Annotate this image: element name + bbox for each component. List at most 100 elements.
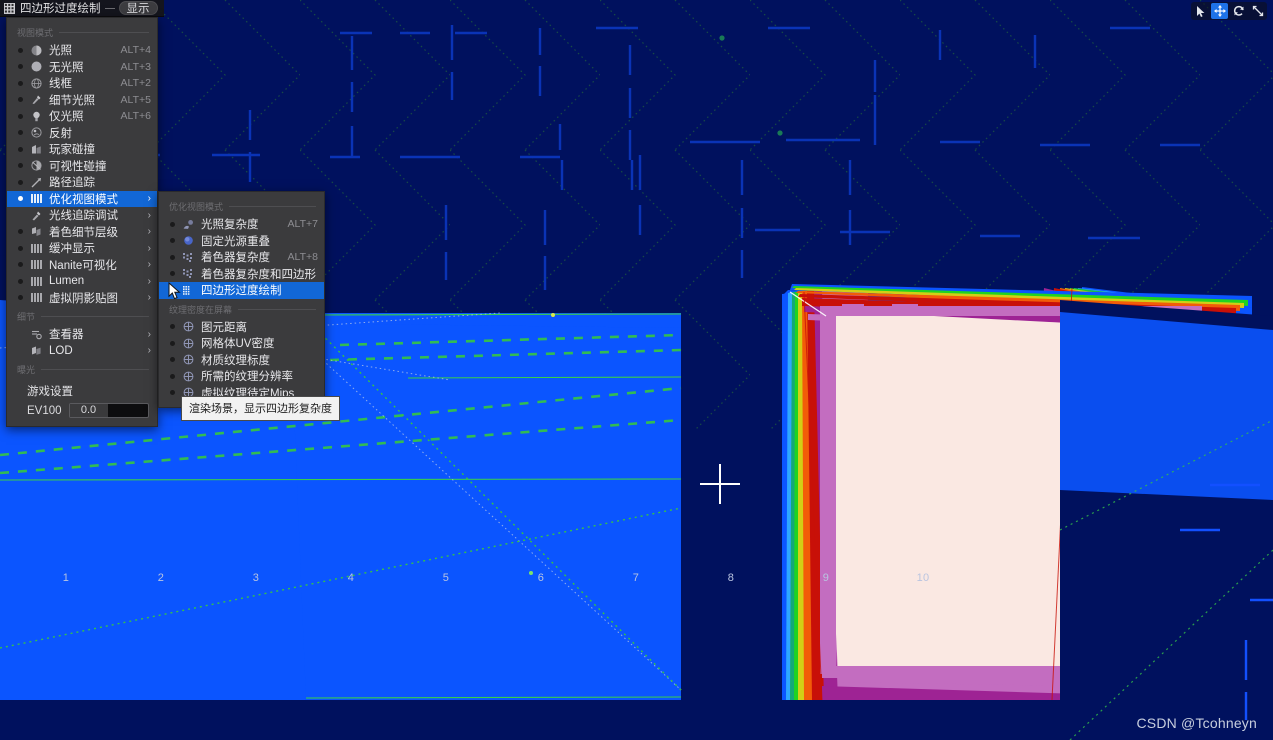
submenu-item-shortcut: ALT+7: [287, 218, 318, 231]
radio-indicator: [15, 113, 25, 119]
section-label: 曝光: [17, 365, 36, 375]
section-divider: [41, 316, 149, 317]
submenu-item-label: 材质纹理标度: [201, 354, 270, 367]
radio-indicator: [15, 64, 25, 70]
visibility-collision-icon: [28, 160, 45, 171]
menu-item-path-tracing[interactable]: 路径追踪: [7, 174, 157, 191]
tooltip: 渲染场景，显示四边形复杂度: [181, 396, 340, 421]
section-optimization-viewmodes: 优化视图模式: [159, 196, 324, 216]
radio-indicator: [167, 324, 177, 330]
menu-item-lighting-only[interactable]: 仅光照 ALT+6: [7, 108, 157, 125]
ev100-field[interactable]: 0.0: [68, 403, 149, 418]
submenu-item-shader-complexity[interactable]: 着色器复杂度 ALT+8: [159, 249, 324, 266]
submenu-item-shader-complexity-and-quads[interactable]: 着色器复杂度和四边形: [159, 266, 324, 283]
menu-item-ray-tracing-debug[interactable]: 光线追踪调试 ›: [7, 207, 157, 224]
view-modes-menu[interactable]: 视图模式 光照 ALT+4 无光照 ALT+3 线框 ALT+2 细节光照 AL…: [6, 17, 158, 427]
menu-item-lod[interactable]: LOD ›: [7, 343, 157, 360]
chevron-right-icon: ›: [147, 292, 151, 304]
radio-indicator: [15, 130, 25, 136]
radio-indicator: [15, 47, 25, 53]
submenu-item-label: 着色器复杂度: [201, 252, 270, 265]
radio-indicator: [167, 340, 177, 346]
radio-indicator: [15, 332, 25, 337]
move-tool-button[interactable]: [1211, 3, 1228, 19]
section-exposure: 曝光: [7, 359, 157, 379]
radio-indicator: [167, 271, 177, 277]
menu-item-label: 仅光照: [49, 111, 84, 124]
menu-item-label: 无光照: [49, 61, 84, 74]
game-settings-title: 游戏设置: [27, 386, 73, 398]
ev100-label: EV100: [27, 404, 62, 417]
ray-tracing-debug-icon: [28, 210, 45, 221]
menu-item-shortcut: ALT+6: [120, 110, 151, 123]
menu-item-shortcut: ALT+2: [120, 77, 151, 90]
menu-item-shortcut: ALT+3: [120, 60, 151, 73]
submenu-item-label: 网格体UV密度: [201, 338, 275, 351]
menu-item-label: Lumen: [49, 275, 85, 288]
submenu-item-light-complexity[interactable]: 光照复杂度 ALT+7: [159, 216, 324, 233]
submenu-item-primitive-distance[interactable]: 图元距离: [159, 319, 324, 336]
quad-overdraw-icon: [180, 285, 197, 296]
radio-indicator: [15, 80, 25, 86]
submenu-item-quad-overdraw[interactable]: 四边形过度绘制: [159, 282, 324, 299]
show-button[interactable]: 显示: [118, 1, 158, 15]
menu-item-label: 优化视图模式: [49, 193, 118, 206]
menu-item-wireframe[interactable]: 线框 ALT+2: [7, 75, 157, 92]
menu-item-lit[interactable]: 光照 ALT+4: [7, 42, 157, 59]
menu-item-detail-lighting[interactable]: 细节光照 ALT+5: [7, 92, 157, 109]
radio-indicator: [15, 295, 25, 301]
submenu-item-required-texture-resolution[interactable]: 所需的纹理分辨率: [159, 368, 324, 385]
scale-tool-button[interactable]: [1249, 3, 1266, 19]
section-label: 视图模式: [17, 28, 54, 38]
reflections-icon: [28, 127, 45, 138]
submenu-item-mesh-uv-density[interactable]: 网格体UV密度: [159, 335, 324, 352]
stationary-light-overlap-icon: [180, 235, 197, 246]
right-ground-plane: [1060, 300, 1273, 740]
optimization-viewmodes-submenu[interactable]: 优化视图模式 光照复杂度 ALT+7 固定光源重叠 着色器复杂度 ALT+8 着…: [158, 191, 325, 408]
radio-indicator: [15, 262, 25, 268]
section-view-modes: 视图模式: [7, 22, 157, 42]
menu-item-shader-lod[interactable]: 着色细节层级 ›: [7, 224, 157, 241]
menu-item-label: 查看器: [49, 329, 84, 342]
menu-item-label: 可视性碰撞: [49, 160, 107, 173]
menu-item-label: 线框: [49, 78, 72, 91]
ruler-label: 9: [822, 572, 830, 584]
menu-item-unlit[interactable]: 无光照 ALT+3: [7, 59, 157, 76]
lumen-icon: [28, 276, 45, 287]
menu-item-reflections[interactable]: 反射: [7, 125, 157, 142]
ev100-value[interactable]: 0.0: [69, 404, 108, 417]
menu-item-label: 缓冲显示: [49, 243, 95, 256]
rotate-icon: [1233, 5, 1244, 16]
path-tracing-icon: [28, 177, 45, 188]
menu-item-viewer[interactable]: 查看器 ›: [7, 326, 157, 343]
nanite-visualization-icon: [28, 259, 45, 270]
menu-item-label: 虚拟阴影贴图: [49, 292, 118, 305]
section-divider: [229, 206, 316, 207]
submenu-item-label: 所需的纹理分辨率: [201, 371, 293, 384]
menu-item-optimization-viewmodes[interactable]: 优化视图模式 ›: [7, 190, 157, 207]
menu-item-nanite-visualization[interactable]: Nanite可视化 ›: [7, 257, 157, 274]
virtual-shadow-map-icon: [28, 292, 45, 303]
submenu-item-stationary-light-overlap[interactable]: 固定光源重叠: [159, 233, 324, 250]
menu-item-label: Nanite可视化: [49, 259, 117, 272]
submenu-item-shortcut: ALT+8: [287, 251, 318, 264]
required-texture-resolution-icon: [180, 371, 197, 382]
chevron-right-icon: ›: [147, 275, 151, 287]
section-detail: 细节: [7, 306, 157, 326]
section-label: 纹理密度在屏幕: [169, 304, 233, 315]
section-texture-density: 纹理密度在屏幕: [159, 299, 324, 319]
ruler-label: 6: [537, 572, 545, 584]
shader-lod-icon: [28, 226, 45, 237]
menu-item-virtual-shadow-map[interactable]: 虚拟阴影贴图 ›: [7, 290, 157, 307]
menu-item-player-collision[interactable]: 玩家碰撞: [7, 141, 157, 158]
menu-item-buffer-visualization[interactable]: 缓冲显示 ›: [7, 240, 157, 257]
radio-indicator: [15, 163, 25, 169]
select-tool-button[interactable]: [1192, 3, 1209, 19]
radio-indicator: [15, 245, 25, 251]
menu-item-visibility-collision[interactable]: 可视性碰撞: [7, 158, 157, 175]
menu-item-label: 玩家碰撞: [49, 144, 95, 157]
submenu-item-material-texture-scale[interactable]: 材质纹理标度: [159, 352, 324, 369]
menu-item-lumen[interactable]: Lumen ›: [7, 273, 157, 290]
rotate-tool-button[interactable]: [1230, 3, 1247, 19]
chevron-right-icon: ›: [147, 209, 151, 221]
